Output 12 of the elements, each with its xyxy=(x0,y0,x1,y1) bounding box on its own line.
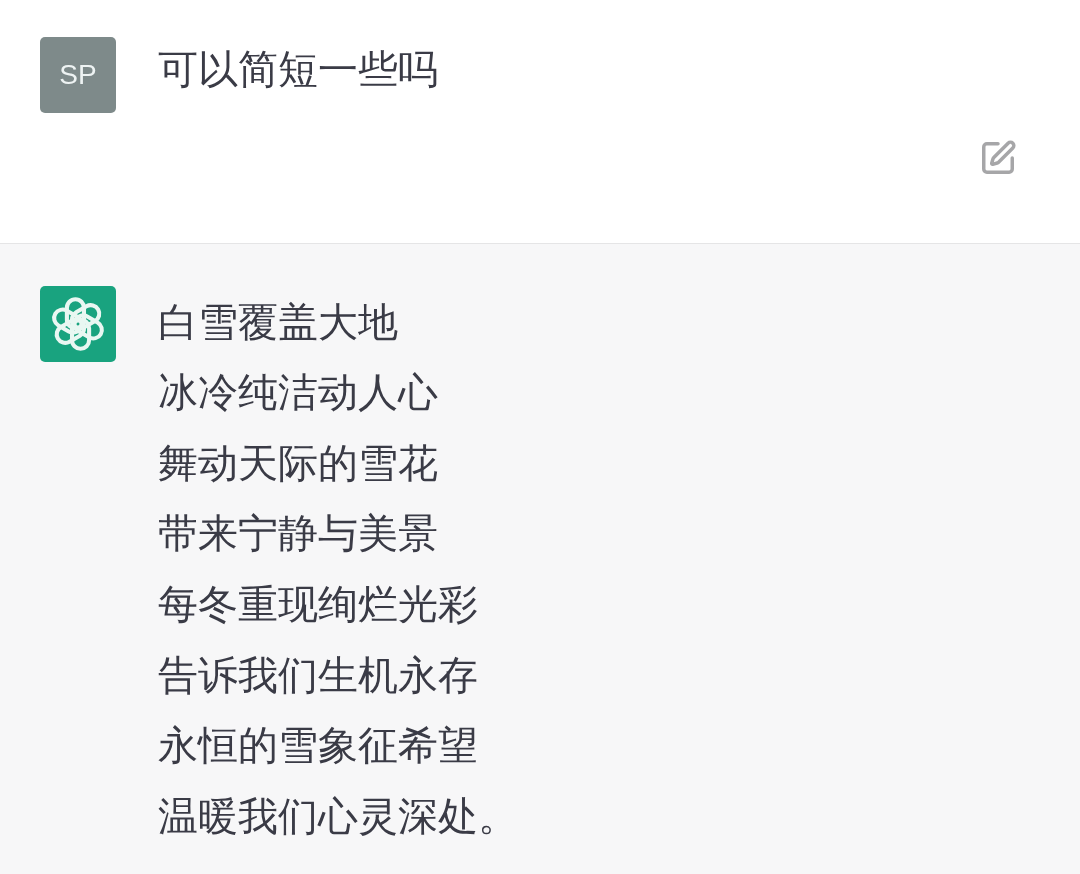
edit-icon[interactable] xyxy=(979,138,1017,177)
knot-logo-icon xyxy=(40,285,116,362)
poem-line: 白雪覆盖大地 xyxy=(158,297,398,347)
poem-line: 每冬重现绚烂光彩 xyxy=(158,579,478,629)
poem-line: 温暖我们心灵深处。 xyxy=(158,791,518,841)
user-avatar: SP xyxy=(40,37,116,113)
poem-line: 舞动天际的雪花 xyxy=(158,438,438,488)
poem-line: 永恒的雪象征希望 xyxy=(158,721,478,771)
poem-line: 带来宁静与美景 xyxy=(158,509,438,559)
poem-line: 告诉我们生机永存 xyxy=(158,650,478,700)
poem-line: 冰冷纯洁动人心 xyxy=(158,368,438,418)
message-text: 可以简短一些吗 xyxy=(158,45,438,94)
